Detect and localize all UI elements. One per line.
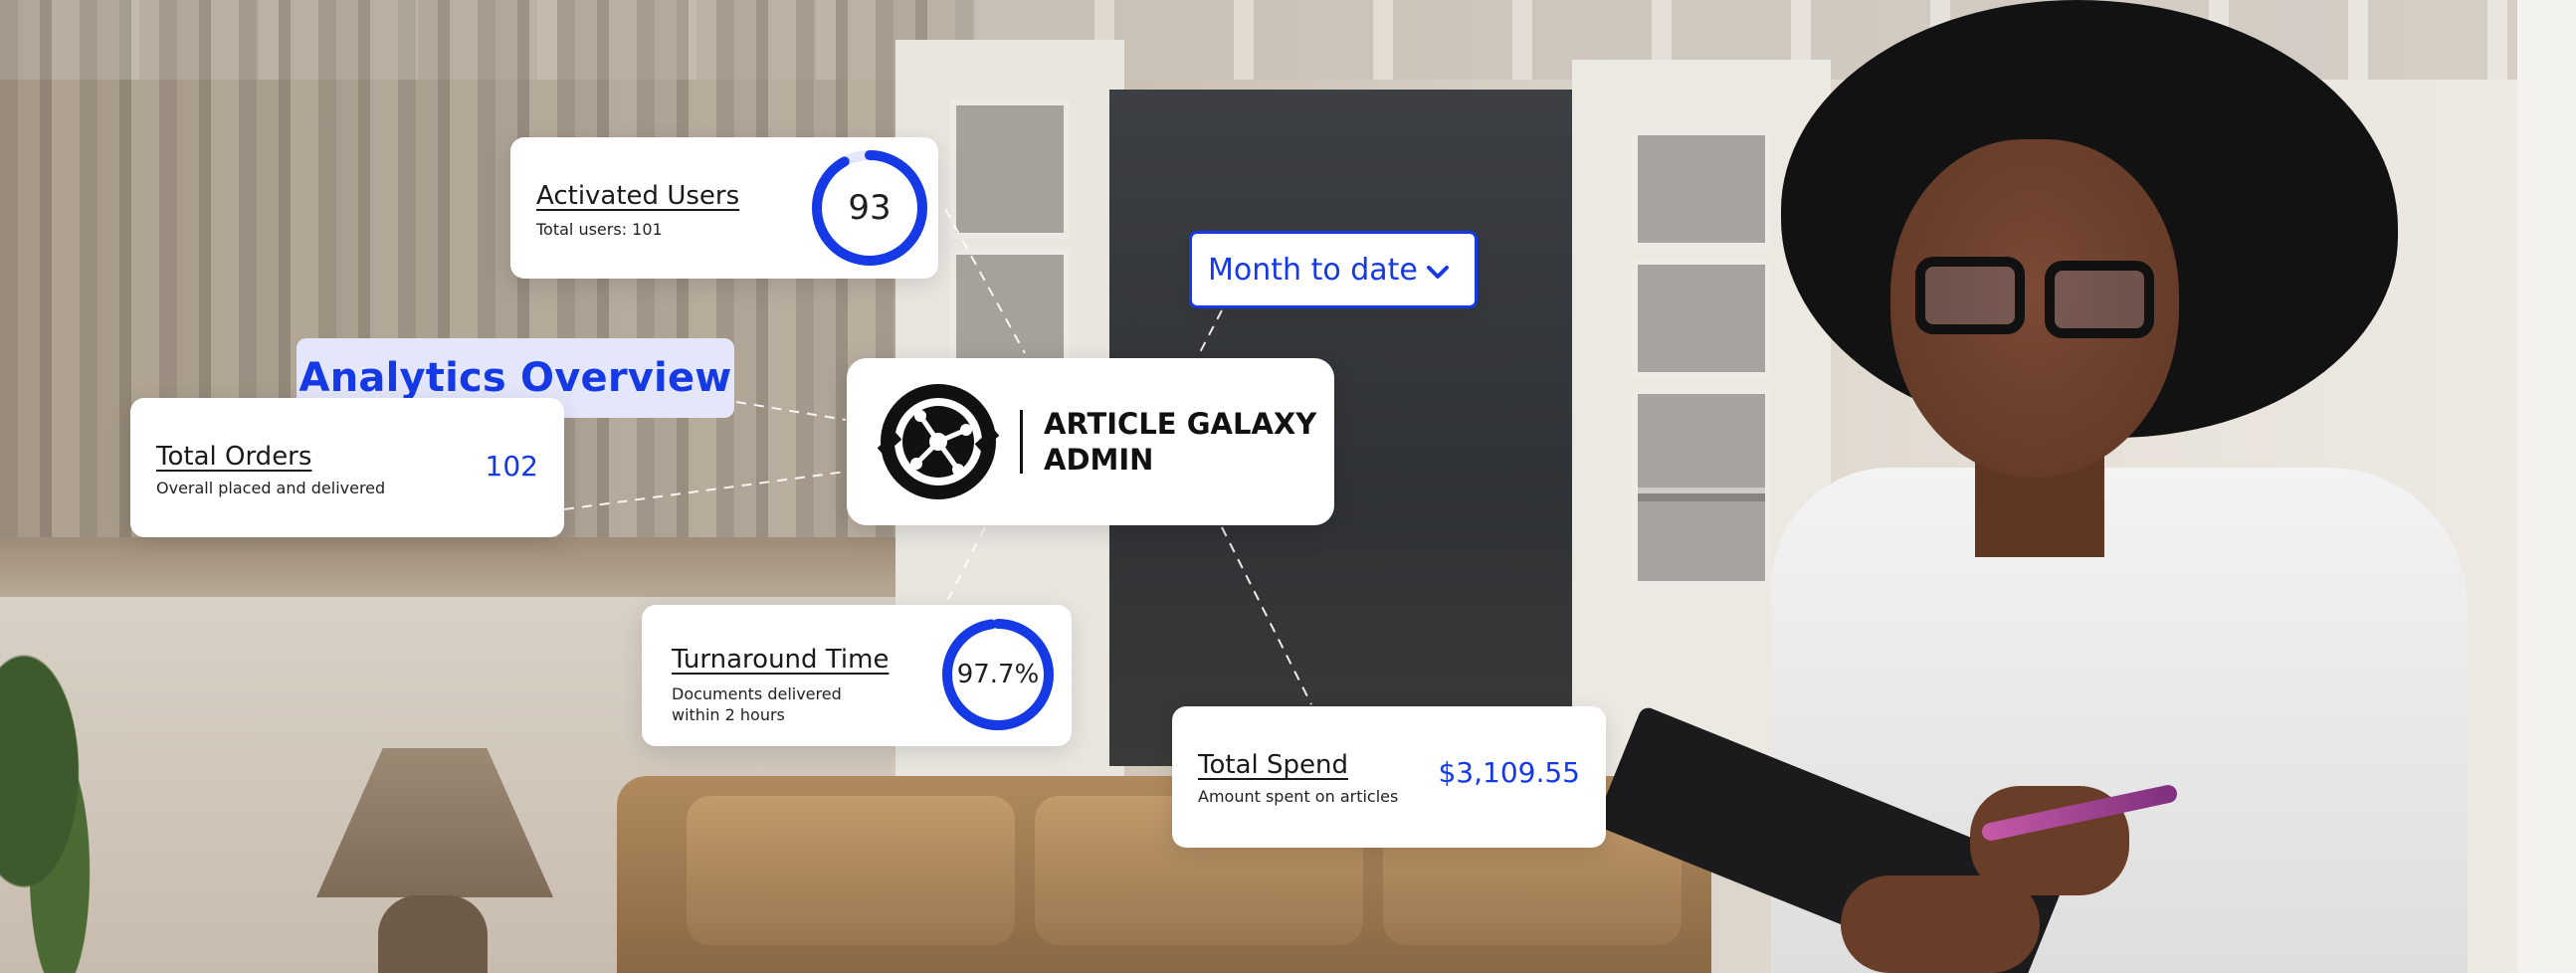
chevron-down-icon	[1427, 266, 1449, 279]
brand-logo-card: ARTICLE GALAXY ADMIN	[847, 358, 1334, 525]
wall-ledge	[0, 537, 955, 597]
article-galaxy-logo-icon	[877, 384, 1000, 499]
door-pane	[1632, 487, 1771, 587]
brand-wordmark: ARTICLE GALAXY ADMIN	[1044, 406, 1316, 479]
activated-users-value: 93	[848, 188, 892, 228]
woman-hand	[1841, 876, 2040, 973]
plant	[0, 637, 119, 973]
logo-divider	[1020, 410, 1023, 474]
total-spend-card: Total Spend Amount spent on articles $3,…	[1172, 706, 1606, 848]
glasses-icon	[1915, 257, 2025, 334]
door-pane	[1632, 259, 1771, 378]
lamp-base	[378, 895, 488, 973]
window	[2517, 0, 2576, 973]
activated-users-card: Activated Users Total users: 101 93	[510, 137, 938, 279]
date-range-selected: Month to date	[1208, 252, 1418, 288]
brand-name-line1: ARTICLE GALAXY	[1044, 407, 1317, 441]
glasses-icon	[2045, 261, 2154, 338]
total-orders-card: Total Orders Overall placed and delivere…	[130, 398, 564, 537]
analytics-overview-title: Analytics Overview	[298, 355, 732, 401]
brand-name-line2: ADMIN	[1044, 443, 1154, 478]
door-pane	[1632, 129, 1771, 249]
activated-users-progress-ring: 93	[809, 147, 930, 269]
total-spend-value: $3,109.55	[1438, 756, 1580, 789]
total-orders-value: 102	[485, 450, 538, 483]
door-pane	[950, 99, 1070, 239]
turnaround-time-card: Turnaround Time Documents delivered with…	[642, 605, 1072, 746]
turnaround-value: 97.7%	[956, 660, 1040, 689]
sofa-cushion	[687, 796, 1015, 945]
date-range-dropdown[interactable]: Month to date	[1189, 231, 1478, 308]
turnaround-progress-ring: 97.7%	[940, 617, 1056, 732]
card-subtitle: Amount spent on articles	[1198, 787, 1399, 806]
